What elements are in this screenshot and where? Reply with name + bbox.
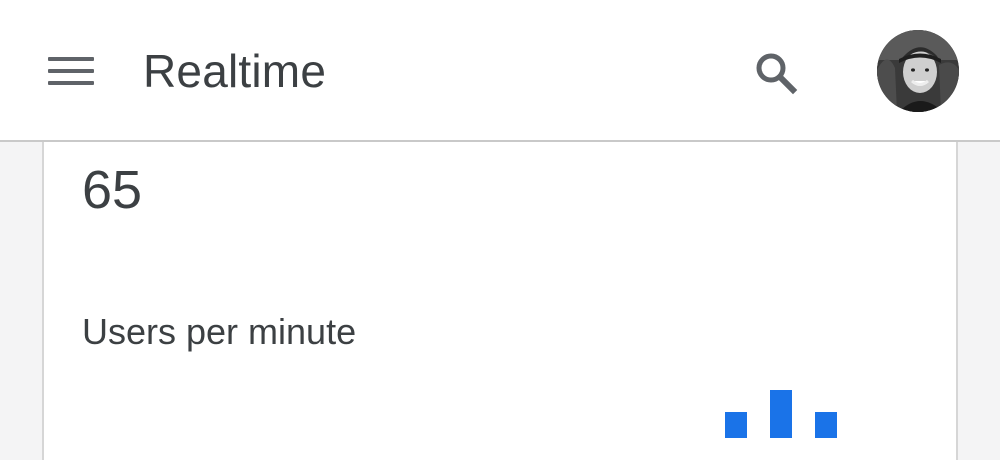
search-button[interactable] [742, 42, 808, 102]
users-per-minute-chart [725, 390, 837, 438]
avatar-icon [877, 30, 959, 112]
realtime-card: 65 Users per minute [42, 120, 958, 460]
page-title: Realtime [143, 45, 327, 97]
chart-bar [725, 412, 747, 438]
hamburger-menu-icon-line [48, 81, 94, 85]
hamburger-menu-icon [48, 57, 94, 61]
menu-button[interactable] [38, 42, 104, 100]
user-avatar[interactable] [877, 30, 959, 112]
chart-bar [815, 412, 837, 438]
users-per-minute-label: Users per minute [82, 311, 357, 352]
app-bar: Realtime [0, 0, 1000, 142]
active-users-count: 65 [82, 160, 143, 220]
search-icon [756, 53, 798, 95]
hamburger-menu-icon-line [48, 69, 94, 73]
